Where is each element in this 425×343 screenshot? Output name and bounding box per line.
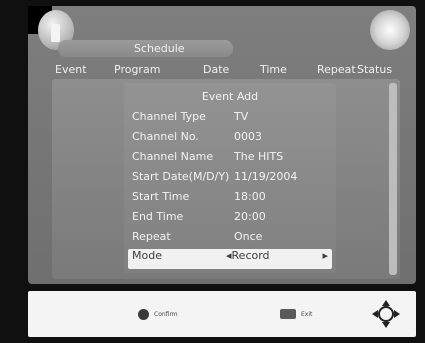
field-channel-name[interactable]: Channel Name The HITS (124, 150, 336, 170)
field-value: Once (234, 230, 263, 243)
column-header-status: Status (357, 63, 393, 76)
field-value: TV (234, 110, 249, 123)
field-channel-type[interactable]: Channel Type TV (124, 110, 336, 130)
right-arrow-icon[interactable]: ▸ (322, 249, 328, 262)
logo-right-icon (370, 10, 410, 50)
field-value: Record (231, 249, 270, 262)
field-label: Channel Name (132, 150, 214, 163)
field-mode[interactable]: Mode ◂Record ▸ (128, 249, 332, 269)
column-header-date: Date (203, 63, 230, 76)
column-header-time: Time (260, 63, 287, 76)
exit-label: Exit (301, 310, 313, 318)
column-headers: Event Program Date Time Repeat Status (28, 63, 416, 77)
column-header-event: Event (55, 63, 87, 76)
dpad-icon (372, 300, 400, 328)
exit-hint: Exit (280, 306, 312, 322)
exit-button-icon (280, 309, 296, 319)
schedule-title-bar: Schedule (58, 40, 233, 57)
field-label: End Time (132, 210, 184, 223)
tv-screen: Schedule Event Program Date Time Repeat … (28, 6, 416, 284)
confirm-label: Confirm (154, 310, 178, 318)
field-end-time[interactable]: End Time 20:00 (124, 210, 336, 230)
field-label: Channel No. (132, 130, 199, 143)
field-label: Mode (132, 249, 162, 262)
field-value: 20:00 (234, 210, 266, 223)
field-label: Start Time (132, 190, 190, 203)
field-value: 0003 (234, 130, 262, 143)
field-start-time[interactable]: Start Time 18:00 (124, 190, 336, 210)
confirm-button-icon (138, 308, 149, 320)
field-channel-no[interactable]: Channel No. 0003 (124, 130, 336, 150)
page-title: Schedule (134, 42, 185, 55)
field-label: Repeat (132, 230, 171, 243)
event-add-dialog: Event Add Channel Type TV Channel No. 00… (124, 83, 336, 273)
field-value: The HITS (234, 150, 284, 163)
field-value: 18:00 (234, 190, 266, 203)
field-value: 11/19/2004 (234, 170, 298, 183)
confirm-hint: Confirm (138, 306, 178, 322)
help-bar: Confirm Exit (28, 291, 416, 337)
column-header-repeat: Repeat (317, 63, 356, 76)
field-value-with-arrows: ◂Record (226, 249, 270, 262)
list-scrollbar[interactable] (389, 83, 397, 275)
field-label: Channel Type (132, 110, 206, 123)
dialog-title: Event Add (201, 90, 259, 103)
column-header-program: Program (114, 63, 161, 76)
field-start-date[interactable]: Start Date(M/D/Y) 11/19/2004 (124, 170, 336, 190)
field-label: Start Date(M/D/Y) (132, 170, 230, 183)
field-repeat[interactable]: Repeat Once (124, 230, 336, 250)
